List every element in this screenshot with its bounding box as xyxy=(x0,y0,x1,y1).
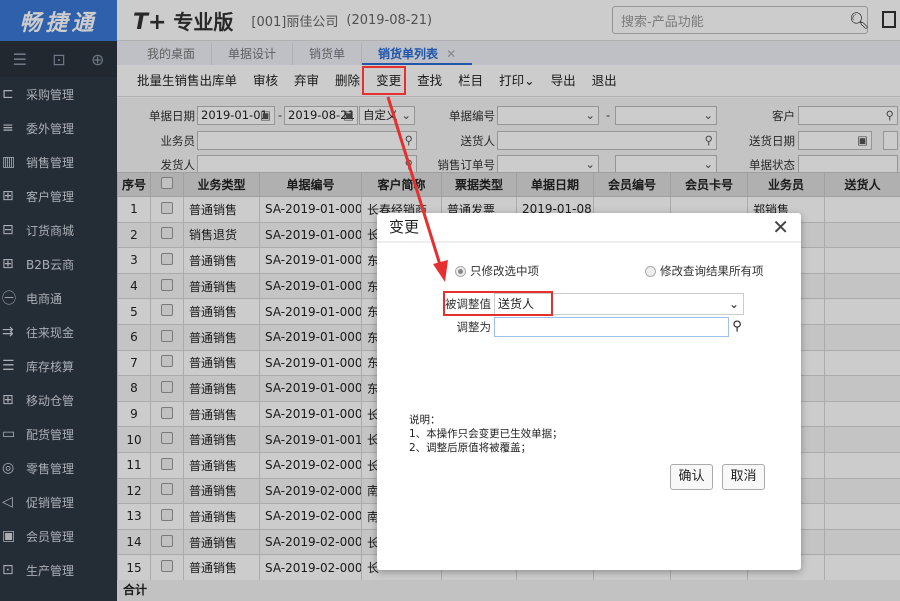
annotation-arrow xyxy=(386,96,448,282)
